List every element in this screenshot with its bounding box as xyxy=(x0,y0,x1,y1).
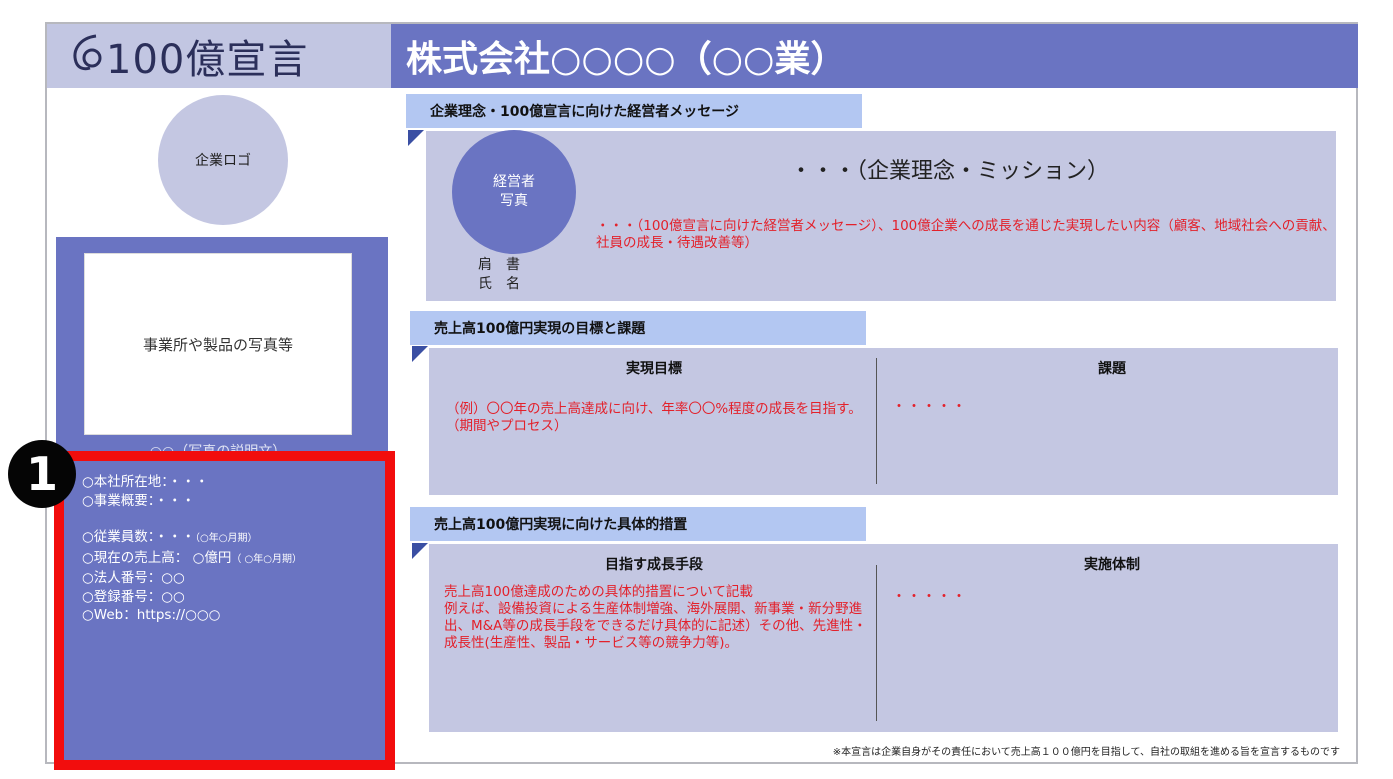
section-heading-goals: 売上高100億円実現の目標と課題 xyxy=(410,311,866,345)
tab-corner-icon xyxy=(412,346,428,362)
brand-logo: 100億宣言 xyxy=(70,28,308,84)
executive-photo-label: 経営者 写真 xyxy=(493,174,535,209)
brand-text: 100億宣言 xyxy=(106,37,309,83)
executive-name: 氏 名 xyxy=(478,276,520,292)
tab-corner-icon xyxy=(412,543,428,559)
section-heading-measures: 売上高100億円実現に向けた具体的措置 xyxy=(410,507,866,541)
issue-column-heading: 課題 xyxy=(1098,361,1126,377)
growth-means-text: 売上高100億達成のための具体的措置について記載 例えば、設備投資による生産体制… xyxy=(444,584,867,651)
highlight-frame xyxy=(54,451,395,770)
executive-message: ・・・（100億宣言に向けた経営者メッセージ）、100億企業への成長を通じた実現… xyxy=(596,218,1336,251)
company-logo-placeholder: 企業ロゴ xyxy=(158,95,288,225)
implementation-heading: 実施体制 xyxy=(1084,557,1140,573)
goal-text: （例）〇〇年の売上高達成に向け、年率〇〇%程度の成長を目指す。（期間やプロセス） xyxy=(446,401,862,434)
brand-swoosh-icon xyxy=(70,32,104,81)
executive-photo-placeholder: 経営者 写真 xyxy=(452,130,576,254)
facility-photo-placeholder: 事業所や製品の写真等 xyxy=(84,253,352,435)
tab-corner-icon xyxy=(408,130,424,146)
issue-text: ・・・・・ xyxy=(892,399,967,415)
executive-title: 肩 書 xyxy=(478,257,520,273)
growth-means-heading: 目指す成長手段 xyxy=(605,557,703,573)
column-divider xyxy=(876,565,877,721)
footnote: ※本宣言は企業自身がその責任において売上高１００億円を目指して、自社の取組を進め… xyxy=(832,747,1340,758)
column-divider xyxy=(876,358,877,484)
implementation-text: ・・・・・ xyxy=(892,589,967,605)
executive-name-block: 肩 書 氏 名 xyxy=(478,256,520,294)
page-title: 株式会社○○○○（○○業） xyxy=(406,39,847,80)
facility-photo-label: 事業所や製品の写真等 xyxy=(142,335,293,354)
step-badge: 1 xyxy=(8,440,76,508)
company-logo-label: 企業ロゴ xyxy=(195,153,251,169)
section-heading-message: 企業理念・100億宣言に向けた経営者メッセージ xyxy=(406,94,862,128)
mission-text: ・・・（企業理念・ミッション） xyxy=(790,159,1110,184)
goal-column-heading: 実現目標 xyxy=(626,361,682,377)
